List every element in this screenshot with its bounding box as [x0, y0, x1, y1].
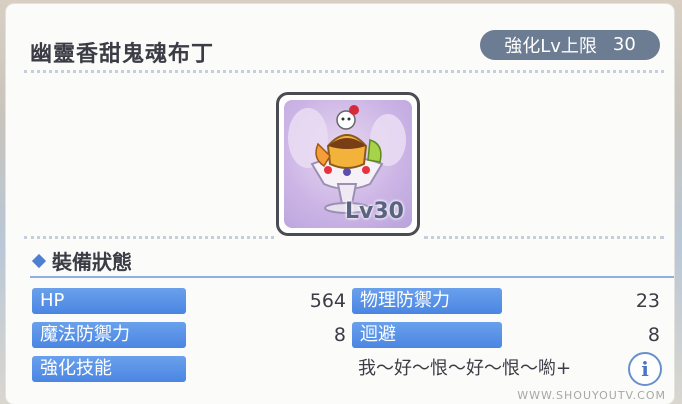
item-level: Lv30 [345, 199, 404, 224]
stat-value-magic-defense: 8 [333, 324, 346, 346]
stat-value-evasion: 8 [647, 324, 660, 346]
watermark: WWW.SHOUYOUTV.COM [517, 389, 666, 402]
enhance-limit-value: 30 [612, 34, 636, 55]
info-icon: i [641, 357, 649, 381]
left-divider [24, 236, 274, 239]
pudding-icon: Lv30 [284, 100, 412, 228]
item-icon-frame: Lv30 [276, 92, 420, 236]
equipment-panel: 幽靈香甜鬼魂布丁 強化Lv上限 30 Lv30 裝備狀態 HP 564 物理防禦… [6, 4, 674, 404]
skill-label: 強化技能 [32, 356, 186, 382]
title-divider [24, 70, 664, 73]
enhance-limit-badge: 強化Lv上限 30 [480, 30, 660, 60]
section-underline [30, 276, 674, 278]
stat-label-evasion: 迴避 [352, 322, 502, 348]
right-divider [424, 236, 664, 239]
stat-label-hp: HP [32, 288, 186, 314]
enhance-limit-label: 強化Lv上限 [504, 36, 597, 57]
skill-value: 我～好～恨～好～恨～喲+ [358, 358, 572, 379]
stat-value-physical-defense: 23 [635, 290, 660, 312]
status-section-title: 裝備狀態 [52, 250, 132, 274]
item-name: 幽靈香甜鬼魂布丁 [30, 42, 215, 67]
stat-label-magic-defense: 魔法防禦力 [32, 322, 186, 348]
info-button[interactable]: i [628, 352, 662, 386]
stat-label-physical-defense: 物理防禦力 [352, 288, 502, 314]
status-section-header: 裝備狀態 [31, 246, 132, 275]
stat-value-hp: 564 [309, 290, 346, 312]
diamond-icon [31, 253, 47, 268]
